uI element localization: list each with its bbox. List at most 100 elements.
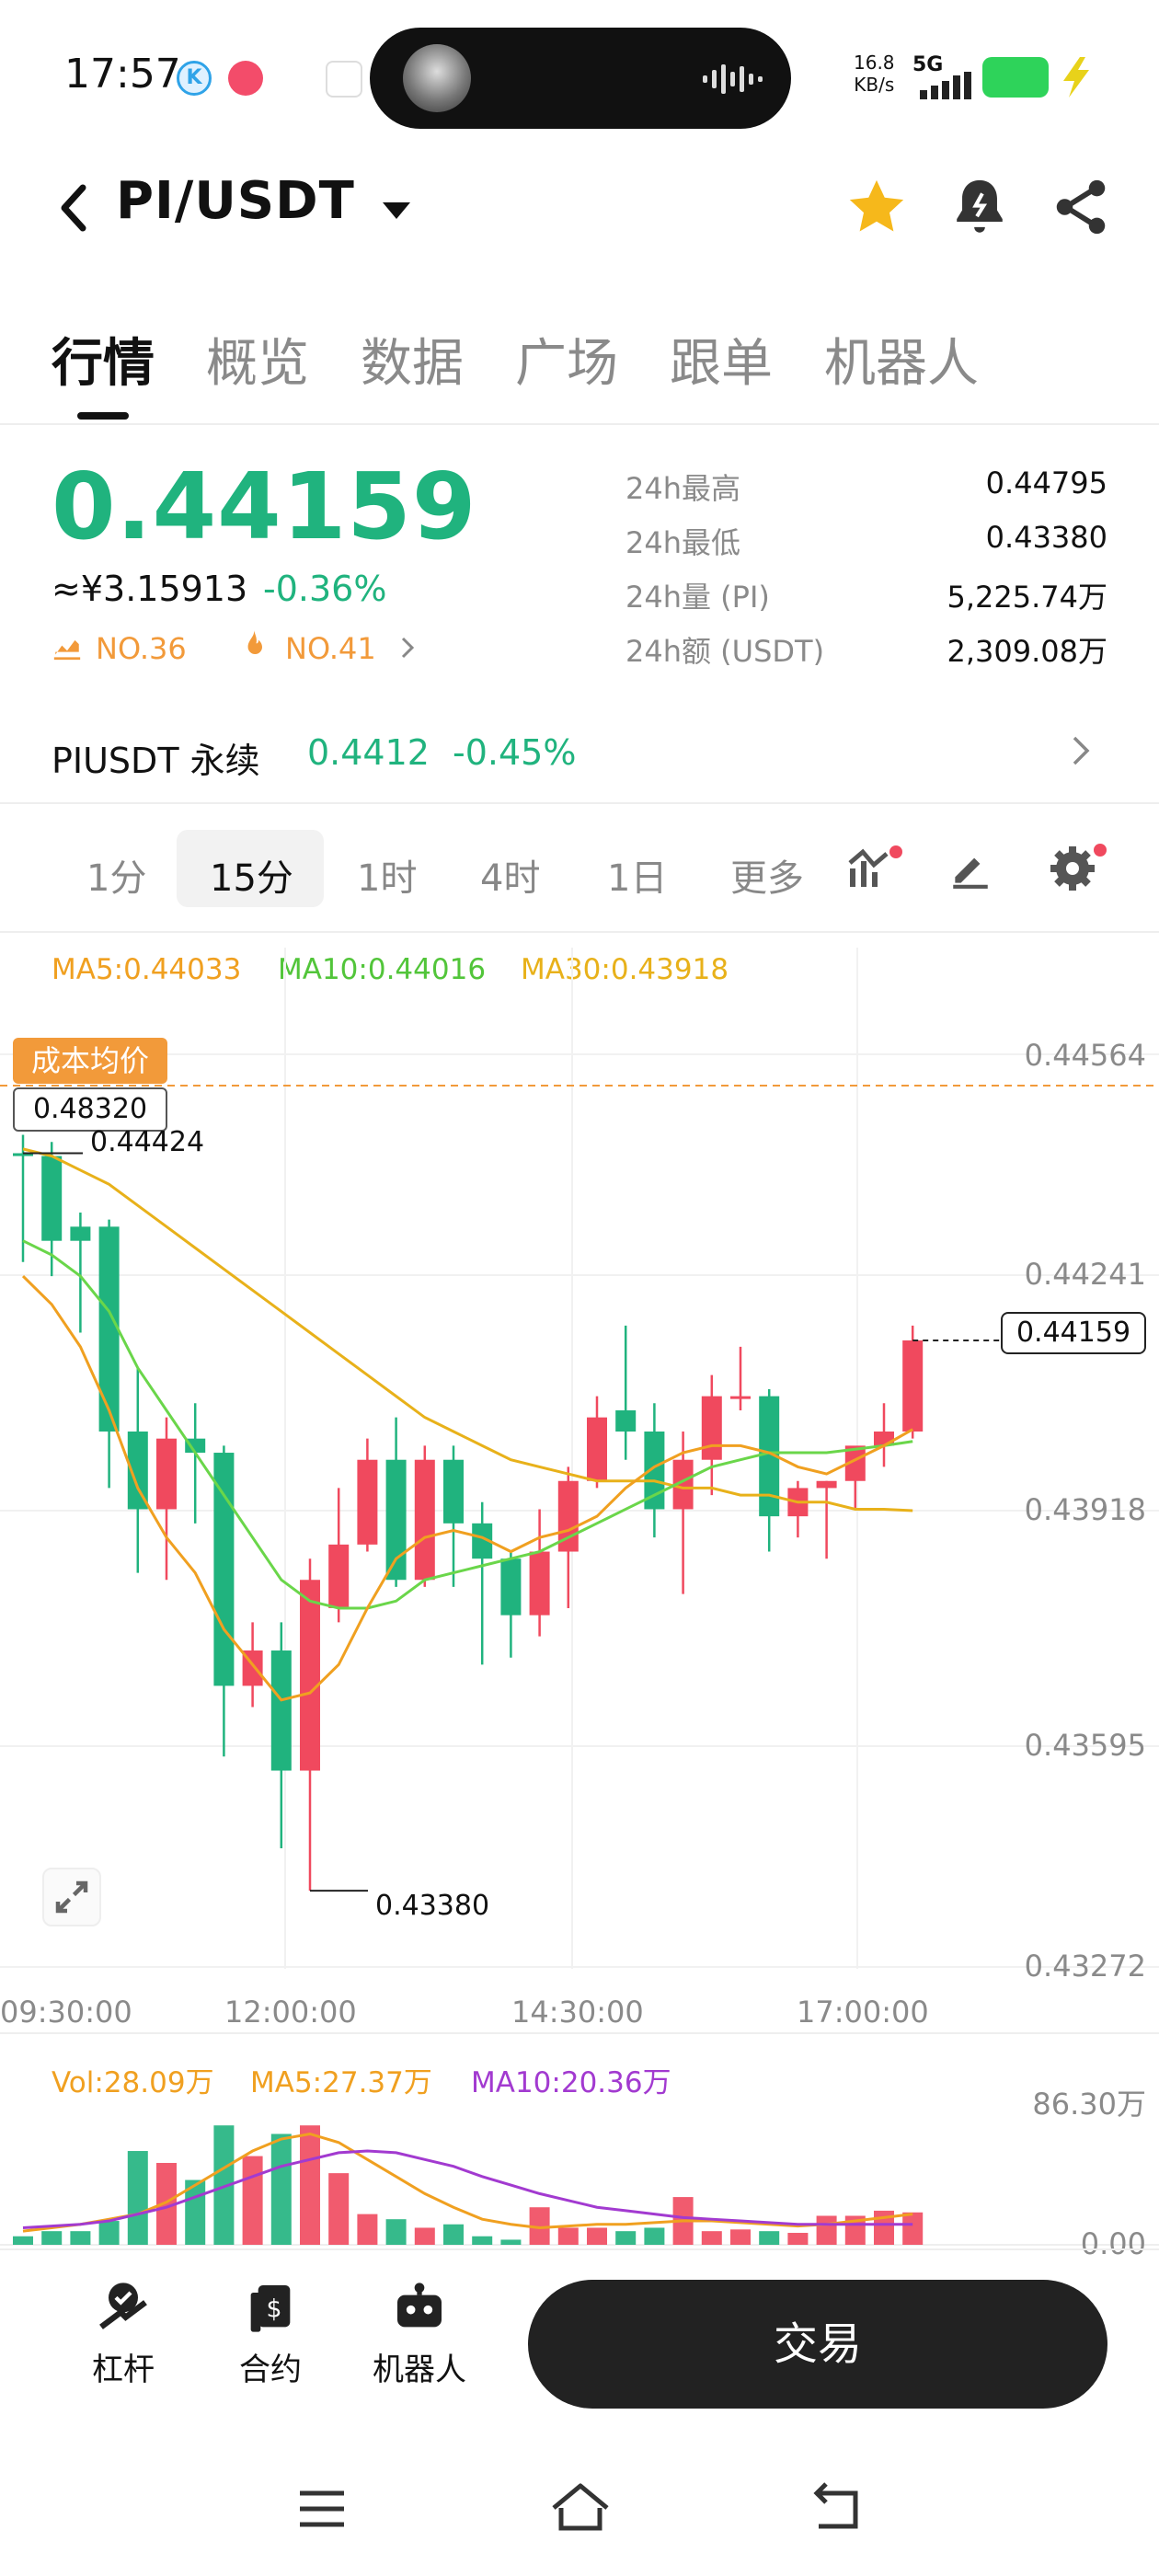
leverage-nav[interactable]: 杠杆: [59, 2278, 188, 2389]
bot-nav[interactable]: 机器人: [355, 2278, 484, 2389]
volume-bar: [300, 2125, 320, 2245]
volume-bar: [357, 2214, 378, 2245]
candle-body: [615, 1409, 637, 1432]
volume-bar: [414, 2227, 435, 2245]
timeframe-4h[interactable]: 4时: [480, 848, 540, 902]
volume-bar: [759, 2231, 780, 2245]
back-nav-icon[interactable]: [809, 2482, 865, 2537]
battery-icon: [982, 57, 1049, 98]
menu-icon[interactable]: [294, 2484, 350, 2537]
robot-icon: [390, 2278, 449, 2337]
tab-copy-trade[interactable]: 跟单: [670, 322, 773, 397]
stat-low-label: 24h最低: [625, 525, 741, 560]
candle: [816, 1480, 837, 1559]
candle-body: [529, 1551, 550, 1616]
hot-flame-icon: [239, 629, 269, 666]
stat-volume-value: 5,225.74万: [947, 580, 1107, 615]
volume-bar: [557, 2227, 579, 2245]
candle: [730, 1346, 751, 1410]
candle-body: [385, 1459, 407, 1581]
chart-settings-gear-icon[interactable]: [1049, 841, 1107, 896]
home-icon[interactable]: [548, 2480, 613, 2539]
low-marker-label: 0.43380: [375, 1890, 490, 1922]
candle: [500, 1551, 522, 1658]
perp-price: 0.4412: [307, 732, 430, 773]
candle: [874, 1403, 894, 1467]
stat-high-label: 24h最高: [625, 471, 741, 506]
trade-button[interactable]: 交易: [528, 2280, 1107, 2409]
timeframe-1d[interactable]: 1日: [607, 848, 667, 902]
price-axis-label: 0.43272: [1024, 1949, 1146, 1984]
time-axis-label: 17:00:00: [797, 1995, 929, 2030]
last-price: 0.44159: [52, 453, 477, 560]
indicator-icon[interactable]: [846, 845, 905, 894]
timeframe-divider: [0, 931, 1159, 933]
volume-bar: [41, 2231, 63, 2245]
candle: [529, 1509, 550, 1637]
app-notify-icon: [228, 61, 263, 96]
candle-body: [328, 1544, 350, 1608]
tab-data[interactable]: 数据: [361, 322, 464, 397]
rank-chevron-right-icon[interactable]: [397, 633, 418, 666]
back-button[interactable]: [46, 175, 101, 239]
volume-bar: [615, 2231, 637, 2245]
price-alert-bell-icon[interactable]: [947, 175, 1012, 243]
candle-body: [156, 1438, 177, 1510]
signal-bars-icon: [920, 72, 975, 103]
bot-label: 机器人: [373, 2352, 466, 2388]
rank-hot: NO.41: [285, 631, 376, 666]
timeframe-more[interactable]: 更多: [730, 848, 804, 902]
volume-bar: [270, 2133, 292, 2245]
net-speed-value: 16.8: [854, 52, 895, 74]
candle: [357, 1438, 378, 1552]
timeframe-1h[interactable]: 1时: [357, 848, 417, 902]
candle-body: [587, 1417, 607, 1481]
volume-bar: [242, 2156, 263, 2245]
vol-axis-zero: 0.00: [1080, 2226, 1146, 2261]
volume-bar: [70, 2231, 91, 2245]
vol-axis-max: 86.30万: [1032, 2087, 1146, 2122]
candle: [385, 1417, 407, 1587]
favorite-star-icon[interactable]: [844, 175, 909, 243]
candle: [587, 1396, 607, 1489]
volume-bar: [127, 2151, 148, 2245]
chevron-down-icon: [381, 174, 412, 234]
candle-body: [270, 1650, 292, 1771]
price-axis-label: 0.43918: [1024, 1492, 1146, 1527]
stat-turnover-label: 24h额 (USDT): [625, 634, 825, 669]
candle-body: [443, 1459, 464, 1524]
stat-volume-label: 24h量 (PI): [625, 580, 770, 615]
perp-row[interactable]: PIUSDT 永续 0.4412 -0.45%: [0, 708, 1159, 800]
tab-square[interactable]: 广场: [515, 322, 618, 397]
candle-body: [41, 1156, 63, 1241]
contract-nav[interactable]: $ 合约: [206, 2278, 335, 2389]
candle: [213, 1445, 235, 1757]
tab-market[interactable]: 行情: [52, 322, 155, 397]
pair-selector[interactable]: PI/USDT: [116, 171, 412, 234]
perp-chevron-right-icon: [1069, 732, 1093, 773]
leverage-label: 杠杆: [92, 2352, 155, 2388]
share-icon[interactable]: [1049, 175, 1113, 243]
timeframe-1m[interactable]: 1分: [86, 848, 146, 902]
tab-overview[interactable]: 概览: [206, 322, 309, 397]
vol-legend: Vol:28.09万: [52, 2066, 214, 2099]
audio-wave-icon: [701, 61, 767, 98]
vol-ma10-legend: MA10:20.36万: [471, 2066, 671, 2099]
candle: [270, 1622, 292, 1849]
candle-body: [70, 1226, 91, 1241]
volume-bar: [644, 2227, 665, 2245]
net-speed-unit: KB/s: [854, 74, 895, 96]
pair-title: PI/USDT: [116, 171, 355, 231]
tab-bot[interactable]: 机器人: [824, 322, 979, 397]
expand-chart-icon[interactable]: [42, 1868, 101, 1926]
timeframe-15m[interactable]: 15分: [210, 848, 293, 902]
status-bar: 17:57 K 16.8 KB/s 5G: [0, 0, 1159, 156]
bottom-bar-divider: [0, 2248, 1159, 2250]
candle: [701, 1374, 722, 1496]
candle-body: [213, 1453, 235, 1686]
charging-icon: [1058, 57, 1095, 101]
contract-label: 合约: [239, 2352, 302, 2388]
stat-high-value: 0.44795: [985, 466, 1107, 500]
draw-pen-icon[interactable]: [947, 845, 993, 894]
time-axis-label: 14:30:00: [511, 1995, 644, 2030]
